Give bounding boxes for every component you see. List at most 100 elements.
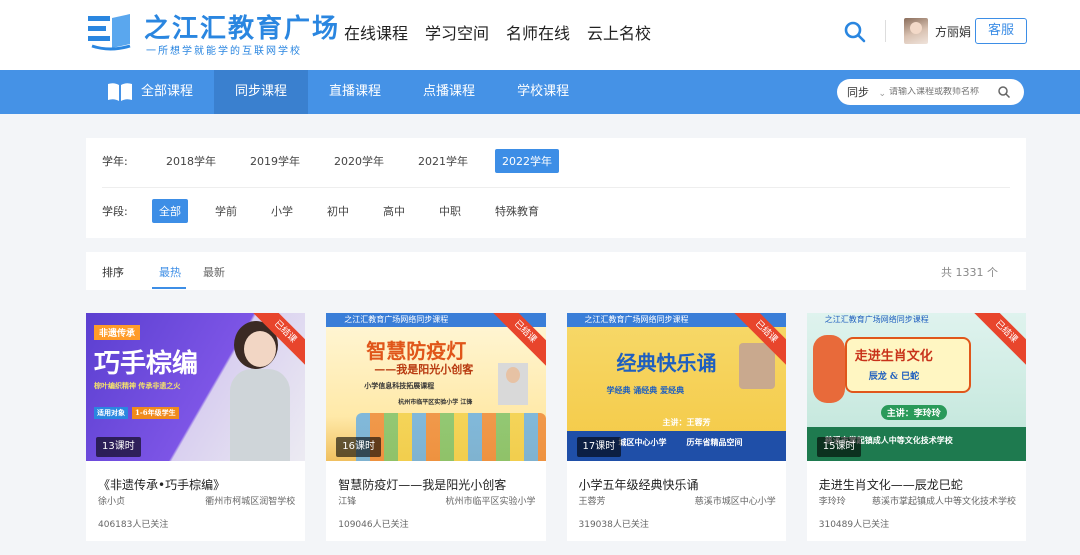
thumb-grade: 1-6年级学生 [132,407,179,419]
stage-filter-row: 学段: 全部 学前 小学 初中 高中 中职 特殊教育 [102,199,566,223]
course-title[interactable]: 走进生肖文化——辰龙巳蛇 [819,476,1019,493]
thumb-subtitle: ——我是阳光小创客 [374,363,474,376]
robot-illustration [356,413,546,461]
lesson-count: 16课时 [336,437,381,457]
year-option-2018[interactable]: 2018学年 [159,149,223,173]
thumb-speaker: 主讲：李玲玲 [880,405,947,420]
category-bar: 全部课程 同步课程 直播课程 点播课程 学校课程 同步 ⌄ [0,70,1080,114]
course-school: 衢州市柯城区润智学校 [205,497,296,507]
user-name[interactable]: 方丽娟 [935,23,971,40]
topnav-famous-teachers[interactable]: 名师在线 [506,20,570,44]
course-school: 慈溪市掌起镇成人中等文化技术学校 [871,497,1016,507]
thumb-main-title: 巧手棕编 [94,349,199,379]
thumb-speaker: 主讲：王蓉芳 [662,417,711,427]
sort-bar: 排序 最热 最新 共 1331 个 [86,252,1026,290]
stage-option-senior[interactable]: 高中 [376,199,412,223]
lesson-count: 15课时 [816,437,862,457]
open-book-icon [108,83,132,101]
logo-title: 之江汇教育广场 [144,14,341,44]
sort-active-indicator [152,287,186,289]
dragon-snake-illustration [812,335,845,403]
user-avatar[interactable] [904,18,928,44]
thumb-main-title: 走进生肖文化 [854,349,933,364]
thumb-subtitle: 学经典 诵经典 爱经典 [606,385,685,395]
year-option-2020[interactable]: 2020学年 [327,149,391,173]
thumb-target-label: 适用对象 [94,407,128,419]
year-option-2021[interactable]: 2021学年 [411,149,475,173]
stage-option-vocational[interactable]: 中职 [432,199,468,223]
stage-filter-label: 学段: [102,205,128,218]
category-vod-courses[interactable]: 点播课程 [402,70,496,114]
course-list: 非遗传承 巧手棕编 棕叶编织精神 传承非遗之火 适用对象 1-6年级学生 已结课… [86,313,1026,541]
course-thumbnail[interactable]: 非遗传承 巧手棕编 棕叶编织精神 传承非遗之火 适用对象 1-6年级学生 已结课… [86,313,306,461]
course-teacher: 徐小贞 [98,497,126,507]
search-icon[interactable] [997,85,1011,99]
stage-option-all[interactable]: 全部 [152,199,188,223]
thumb-footer: 历年省精品空间 [686,437,743,447]
category-school-courses[interactable]: 学校课程 [496,70,590,114]
course-search-input[interactable] [889,87,995,97]
stage-option-junior[interactable]: 初中 [320,199,356,223]
search-icon[interactable] [843,20,867,44]
course-thumbnail[interactable]: 之江汇教育广场网络同步课程 经典快乐诵 学经典 诵经典 爱经典 主讲：王蓉芳 城… [566,313,786,461]
stage-option-primary[interactable]: 小学 [264,199,300,223]
sort-tab-newest[interactable]: 最新 [203,264,225,280]
logo-book-icon [88,14,131,51]
course-followers: 319038人已关注 [578,520,649,530]
year-filter-row: 学年: 2018学年 2019学年 2020学年 2021学年 2022学年 [102,149,579,173]
header-divider [885,20,886,42]
teacher-photo [738,343,775,389]
site-logo[interactable]: 之江汇教育广场 一所想学就能学的互联网学校 [86,8,338,60]
top-nav: 在线课程 学习空间 名师在线 云上名校 [344,20,651,44]
topnav-cloud-schools[interactable]: 云上名校 [587,20,651,44]
thumb-slogan: 棕叶编织精神 传承非遗之火 [94,381,181,390]
course-card[interactable]: 之江汇教育广场网络同步课程 经典快乐诵 学经典 诵经典 爱经典 主讲：王蓉芳 城… [566,313,786,541]
stage-option-preschool[interactable]: 学前 [208,199,244,223]
search-scope-value: 同步 [847,86,869,99]
year-filter-label: 学年: [102,155,128,168]
thumb-main-title: 经典快乐诵 [616,351,717,375]
course-thumbnail[interactable]: 之江汇教育广场网络同步课程 智慧防疫灯 ——我是阳光小创客 小学信息科技拓展课程… [326,313,546,461]
search-scope-select[interactable]: 同步 ⌄ [837,84,889,100]
filter-divider [102,187,1010,188]
lesson-count: 17课时 [576,437,622,457]
filter-panel: 学年: 2018学年 2019学年 2020学年 2021学年 2022学年 学… [86,138,1026,238]
thumb-course-line: 小学信息科技拓展课程 [364,381,435,390]
year-option-2019[interactable]: 2019学年 [243,149,307,173]
thumb-main-title: 智慧防疫灯 [366,339,467,363]
category-live-courses[interactable]: 直播课程 [308,70,402,114]
course-school: 杭州市临平区实验小学 [445,497,536,507]
course-teacher: 王蓉芳 [578,497,606,507]
course-thumbnail[interactable]: 之江汇教育广场网络同步课程 走进生肖文化 辰龙 & 巳蛇 主讲：李玲玲 慈溪市掌… [806,313,1026,461]
topnav-learning-space[interactable]: 学习空间 [425,20,489,44]
category-all-courses[interactable]: 全部课程 [86,70,214,114]
course-followers: 406183人已关注 [98,520,169,530]
course-card[interactable]: 之江汇教育广场网络同步课程 智慧防疫灯 ——我是阳光小创客 小学信息科技拓展课程… [326,313,546,541]
logo-subtitle: 一所想学就能学的互联网学校 [146,46,302,57]
year-option-2022[interactable]: 2022学年 [495,149,559,173]
course-title[interactable]: 《非遗传承•巧手棕编》 [98,476,298,493]
teacher-photo [498,363,529,405]
course-teacher: 李玲玲 [818,497,846,507]
sort-tab-hottest[interactable]: 最热 [159,264,181,280]
course-followers: 310489人已关注 [818,520,890,530]
course-teacher: 江锋 [338,497,357,507]
topnav-online-courses[interactable]: 在线课程 [344,20,408,44]
result-count: 共 1331 个 [941,266,998,279]
course-title[interactable]: 智慧防疫灯——我是阳光小创客 [338,476,538,493]
chevron-down-icon: ⌄ [878,89,887,99]
course-title[interactable]: 小学五年级经典快乐诵 [579,476,779,493]
customer-service-button[interactable]: 客服 [975,18,1027,44]
top-header: 之江汇教育广场 一所想学就能学的互联网学校 在线课程 学习空间 名师在线 云上名… [0,0,1080,70]
category-label: 全部课程 [141,84,194,99]
category-sync-courses[interactable]: 同步课程 [214,70,309,114]
category-nav: 全部课程 同步课程 直播课程 点播课程 学校课程 [86,70,590,114]
sort-label: 排序 [102,266,124,279]
course-card[interactable]: 非遗传承 巧手棕编 棕叶编织精神 传承非遗之火 适用对象 1-6年级学生 已结课… [86,313,306,541]
lesson-count: 13课时 [96,437,141,457]
teacher-photo [226,331,292,461]
thumb-tag: 非遗传承 [94,325,141,340]
course-followers: 109046人已关注 [338,520,409,530]
course-card[interactable]: 之江汇教育广场网络同步课程 走进生肖文化 辰龙 & 巳蛇 主讲：李玲玲 慈溪市掌… [806,313,1026,541]
stage-option-special[interactable]: 特殊教育 [488,199,546,223]
